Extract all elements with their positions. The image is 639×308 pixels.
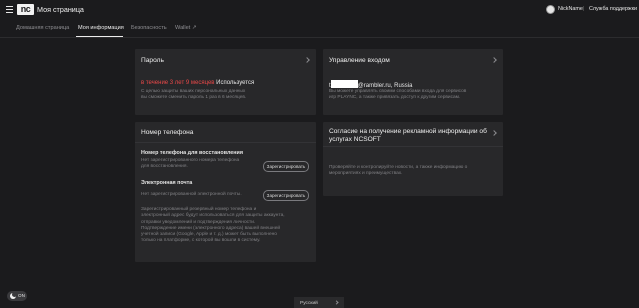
tab-security[interactable]: Безопасность — [131, 25, 167, 31]
page-title: Моя страница — [37, 5, 84, 14]
chevron-right-icon — [491, 130, 497, 136]
login-email: t@rambler.ru, Russia — [329, 80, 412, 89]
moon-icon — [10, 292, 17, 299]
login-management-card[interactable]: Управление входом t@rambler.ru, Russia В… — [323, 49, 503, 115]
top-bar: nc Моя страница NickName | Служба поддер… — [0, 0, 639, 20]
active-tab-indicator — [76, 36, 123, 37]
password-status: в течение 3 лет 9 месяцев Используется — [141, 80, 254, 86]
card-header: Согласие на получение рекламной информац… — [323, 122, 503, 147]
chevron-right-icon — [334, 300, 339, 305]
text-line: для восстановления. — [141, 164, 188, 170]
email-text: Нет зарегистрированной электронной почты… — [141, 192, 242, 197]
password-card[interactable]: Пароль в течение 3 лет 9 месяцев Использ… — [135, 49, 316, 115]
title-line: Согласие на получение рекламной информац… — [329, 128, 487, 135]
header-separator: | — [583, 6, 585, 12]
register-phone-button[interactable]: Зарегистрировать — [263, 161, 309, 172]
card-title: Пароль — [141, 57, 164, 64]
password-age: в течение 3 лет 9 месяцев — [141, 80, 215, 86]
text-line: электронный адрес будут использоваться д… — [141, 213, 285, 219]
title-line: услугах NCSOFT — [329, 136, 381, 143]
email-heading: Электронная почта — [141, 180, 193, 186]
language-selector[interactable]: Русский — [294, 297, 344, 308]
toggle-state: ON — [18, 293, 25, 298]
hamburger-icon[interactable] — [6, 6, 13, 13]
card-title: Номер телефона — [141, 129, 194, 136]
language-label: Русский — [300, 301, 318, 306]
avatar[interactable] — [546, 5, 555, 14]
card-header: Управление входом — [323, 49, 503, 70]
tab-bar: Домашняя страница Моя информация Безопас… — [0, 20, 639, 38]
card-title: Согласие на получение рекламной информац… — [329, 128, 487, 144]
support-link[interactable]: Служба поддержки — [589, 6, 637, 12]
card-header: Пароль — [135, 49, 316, 70]
nc-logo[interactable]: nc — [17, 4, 34, 15]
card-header: Номер телефона — [135, 122, 316, 143]
password-description: С целью защиты ваших персональных данных… — [141, 89, 246, 102]
phone-number-card: Номер телефона Номер телефона для восста… — [135, 122, 316, 262]
login-description: Вы можете управлять своими способами вхо… — [329, 89, 466, 102]
dark-mode-toggle[interactable]: ON — [7, 291, 27, 301]
tab-wallet[interactable]: Wallet ↗ — [175, 25, 197, 31]
consent-description: Проверяйте и контролируйте новости, а та… — [329, 165, 467, 178]
recovery-phone-heading: Номер телефона для восстановления — [141, 150, 244, 156]
description-line: мероприятиях и преимуществах. — [329, 171, 403, 177]
chevron-right-icon — [491, 57, 497, 63]
password-status-label: Используется — [216, 80, 255, 86]
tab-my-info[interactable]: Моя информация — [78, 25, 124, 31]
tab-home[interactable]: Домашняя страница — [16, 25, 69, 31]
card-title: Управление входом — [329, 57, 390, 64]
nickname[interactable]: NickName — [558, 6, 583, 12]
text-line: только на платформе, с которой вы вошли … — [141, 238, 261, 244]
marketing-consent-card[interactable]: Согласие на получение рекламной информац… — [323, 122, 503, 196]
recovery-phone-text: Нет зарегистрированного номера телефона … — [141, 158, 239, 171]
register-email-button[interactable]: Зарегистрировать — [263, 190, 309, 201]
description-line: игр PLAYNC, а также привязать доступ к д… — [329, 95, 461, 101]
redacted-block — [330, 80, 358, 88]
security-note: Зарегистрированный резервный номер телеф… — [141, 207, 285, 245]
chevron-right-icon — [304, 57, 310, 63]
description-line: вы сможете сменить пароль 1 раз в 6 меся… — [141, 95, 247, 101]
